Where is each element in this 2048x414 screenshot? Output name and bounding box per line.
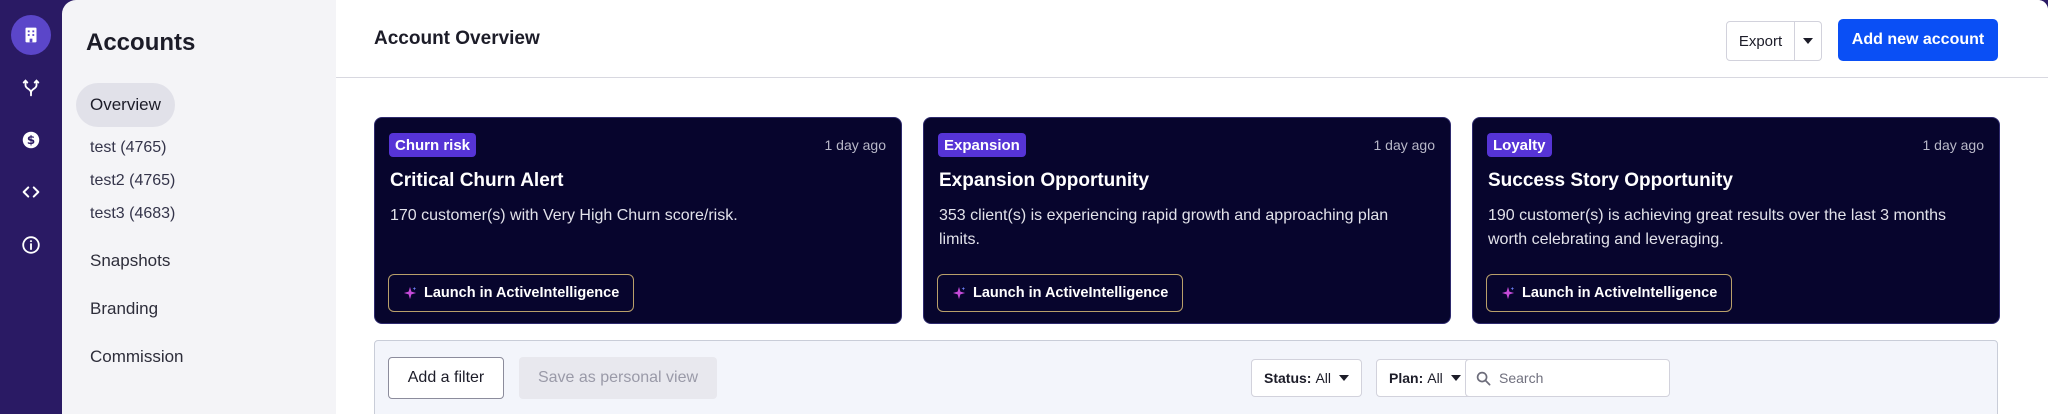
accounts-sidebar: Accounts Overview test (4765) test2 (476… (62, 0, 336, 414)
card-description: 353 client(s) is experiencing rapid grow… (939, 207, 1389, 248)
branch-icon[interactable] (11, 68, 51, 108)
code-icon[interactable] (11, 172, 51, 212)
card-timestamp: 1 day ago (824, 137, 887, 153)
page-header: Account Overview Export Add new account (336, 0, 2048, 78)
sidebar-view-test3[interactable]: test3 (4683) (90, 205, 175, 223)
sidebar-view-test[interactable]: test (4765) (90, 139, 166, 157)
launch-button-label: Launch in ActiveIntelligence (973, 285, 1169, 301)
insight-card-loyalty: Loyalty 1 day ago Success Story Opportun… (1472, 117, 2000, 324)
card-title: Expansion Opportunity (939, 170, 1150, 191)
sidebar-item-branding[interactable]: Branding (76, 287, 172, 331)
add-account-button[interactable]: Add new account (1838, 19, 1998, 61)
card-description: 170 customer(s) with Very High Churn sco… (390, 207, 738, 224)
card-timestamp: 1 day ago (1373, 137, 1436, 153)
card-title: Success Story Opportunity (1488, 170, 1733, 191)
sidebar-title: Accounts (86, 29, 196, 56)
card-badge: Churn risk (389, 133, 477, 157)
sidebar-item-overview[interactable]: Overview (76, 83, 175, 127)
launch-activeintelligence-button[interactable]: Launch in ActiveIntelligence (937, 274, 1184, 312)
card-description: 190 customer(s) is achieving great resul… (1488, 207, 1946, 248)
sidebar-item-commission[interactable]: Commission (76, 335, 198, 379)
export-label[interactable]: Export (1727, 22, 1795, 60)
launch-activeintelligence-button[interactable]: Launch in ActiveIntelligence (1486, 274, 1733, 312)
chevron-down-icon[interactable] (1795, 22, 1821, 60)
launch-button-label: Launch in ActiveIntelligence (424, 285, 620, 301)
status-dropdown[interactable]: Status: All (1251, 359, 1363, 397)
status-dropdown-value: All (1315, 370, 1332, 386)
dollar-icon[interactable]: $ (11, 120, 51, 160)
plan-dropdown-value: All (1427, 370, 1443, 386)
sparkle-icon (403, 286, 417, 300)
search-box[interactable] (1465, 359, 1670, 397)
search-input[interactable] (1499, 370, 1649, 386)
launch-activeintelligence-button[interactable]: Launch in ActiveIntelligence (388, 274, 635, 312)
insight-card-churn: Churn risk 1 day ago Critical Churn Aler… (374, 117, 902, 324)
sparkle-icon (952, 286, 966, 300)
plan-dropdown[interactable]: Plan: All (1376, 359, 1474, 397)
building-icon[interactable] (11, 15, 51, 55)
svg-text:$: $ (27, 133, 35, 147)
search-icon (1476, 371, 1491, 385)
card-timestamp: 1 day ago (1922, 137, 1985, 153)
info-icon[interactable] (11, 225, 51, 265)
status-dropdown-label: Status: (1264, 370, 1312, 386)
save-personal-view-button[interactable]: Save as personal view (519, 357, 717, 399)
insight-card-expansion: Expansion 1 day ago Expansion Opportunit… (923, 117, 1451, 324)
sparkle-icon (1501, 286, 1515, 300)
export-button[interactable]: Export (1726, 21, 1822, 61)
chevron-down-icon (1339, 375, 1350, 381)
plan-dropdown-label: Plan: (1389, 370, 1424, 386)
card-title: Critical Churn Alert (390, 170, 564, 191)
page-title: Account Overview (374, 28, 540, 49)
app-rail: $ (0, 0, 62, 414)
chevron-down-icon (1450, 375, 1461, 381)
add-filter-button[interactable]: Add a filter (388, 357, 504, 399)
launch-button-label: Launch in ActiveIntelligence (1522, 285, 1718, 301)
card-badge: Loyalty (1487, 133, 1552, 157)
main-content: Account Overview Export Add new account … (336, 0, 2048, 414)
card-badge: Expansion (938, 133, 1026, 157)
sidebar-item-snapshots[interactable]: Snapshots (76, 239, 184, 283)
filter-bar: Add a filter Save as personal view Statu… (374, 340, 1998, 414)
sidebar-view-test2[interactable]: test2 (4765) (90, 172, 175, 190)
